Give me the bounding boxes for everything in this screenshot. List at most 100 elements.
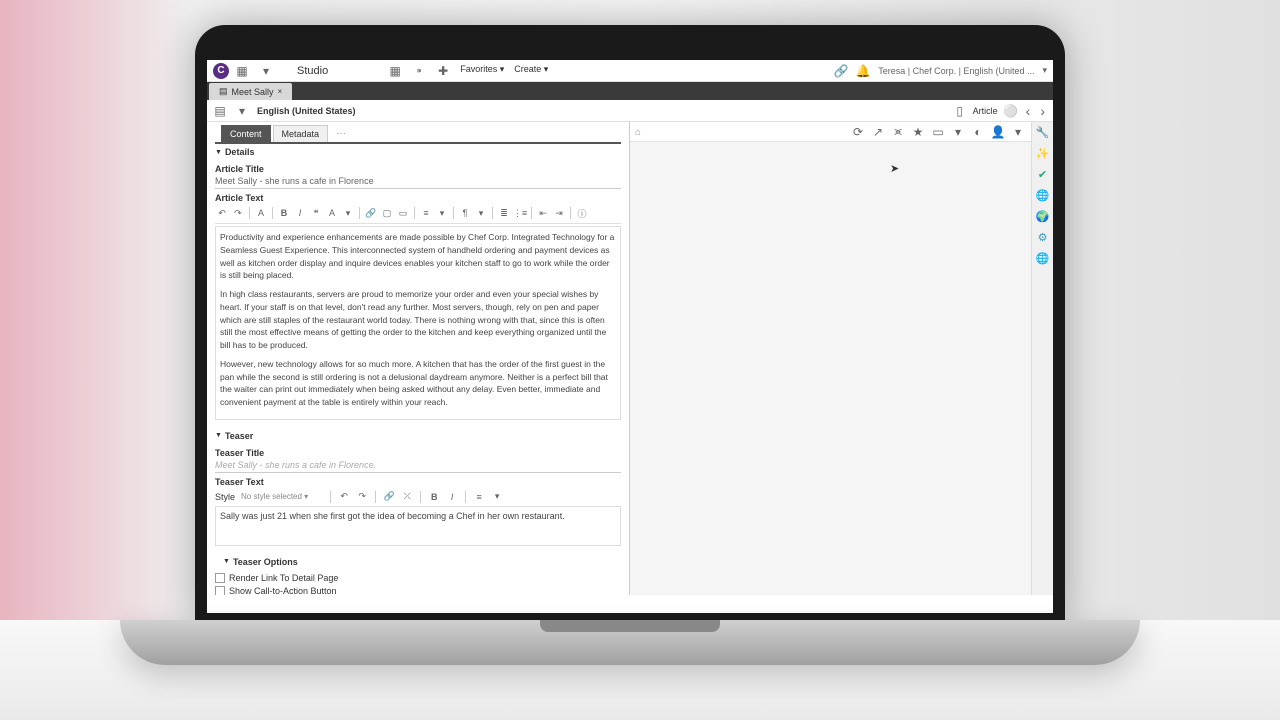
select-style[interactable]: No style selected ▾ xyxy=(239,491,324,502)
checkbox-show-cta[interactable] xyxy=(215,586,225,595)
locale-label[interactable]: English (United States) xyxy=(257,106,356,116)
section-details: ▼ Details Article Title Article Text ↶ ↷… xyxy=(215,144,621,420)
input-article-title[interactable] xyxy=(215,174,621,189)
app-topbar: C ▦ ▾ Studio ▦ ⁍ ✚ Favorites ▾ Create ▾ … xyxy=(207,60,1053,82)
tab-more-icon[interactable]: ··· xyxy=(330,125,352,142)
italic-icon[interactable]: I xyxy=(445,490,459,504)
checkmark-icon[interactable]: ✔ xyxy=(1038,168,1047,181)
richtext-toolbar: ↶ ↷ A B I ❝ A ▾ 🔗 ▢ ▭ xyxy=(215,203,621,224)
info-icon[interactable]: ⓘ xyxy=(575,206,589,220)
wand-icon[interactable]: ✨ xyxy=(1036,147,1050,160)
content-type-label: Article xyxy=(973,106,998,116)
caret-icon[interactable]: ▾ xyxy=(341,206,355,220)
section-teaser: ▼ Teaser Teaser Title Meet Sally - she r… xyxy=(215,428,621,546)
label-teaser-title: Teaser Title xyxy=(215,448,621,458)
unlock-icon[interactable]: ⚪ xyxy=(1004,104,1018,118)
time-icon[interactable]: ◐ xyxy=(971,125,985,139)
undo-icon[interactable]: ↶ xyxy=(215,206,229,220)
workflow-icon[interactable]: ⚙ xyxy=(1038,231,1048,244)
textarea-teaser-text[interactable]: Sally was just 21 when she first got the… xyxy=(215,506,621,546)
italic-icon[interactable]: I xyxy=(293,206,307,220)
compare-icon[interactable]: ▭ xyxy=(931,125,945,139)
textarea-article-text[interactable]: Productivity and experience enhancements… xyxy=(215,226,621,420)
redo-icon[interactable]: ↷ xyxy=(231,206,245,220)
redo-icon[interactable]: ↷ xyxy=(355,490,369,504)
link-icon[interactable]: 🔗 xyxy=(382,490,396,504)
quote-icon[interactable]: ❝ xyxy=(309,206,323,220)
form-panel: Content Metadata ··· ▼ Details Article T… xyxy=(207,122,630,595)
grid-apps-icon[interactable]: ▦ xyxy=(235,64,249,78)
tab-content[interactable]: Content xyxy=(221,125,271,142)
new-doc-icon[interactable]: ✚ xyxy=(436,64,450,78)
nav-prev-icon[interactable]: ‹ xyxy=(1024,103,1033,119)
user-icon[interactable]: 👤 xyxy=(991,125,1005,139)
tab-label: Meet Sally xyxy=(232,87,274,97)
globe-icon[interactable]: 🌐 xyxy=(1036,189,1050,202)
embed-icon[interactable]: ▭ xyxy=(396,206,410,220)
image-icon[interactable]: ▢ xyxy=(380,206,394,220)
user-info[interactable]: Teresa | Chef Corp. | English (United ..… xyxy=(878,66,1034,76)
bold-icon[interactable]: B xyxy=(427,490,441,504)
caret-icon[interactable]: ▾ xyxy=(435,206,449,220)
section-teaser-options: ▼ Teaser Options Render Link To Detail P… xyxy=(215,554,621,595)
ordered-list-icon[interactable]: ≣ xyxy=(497,206,511,220)
collapse-icon: ▼ xyxy=(223,558,230,565)
checkbox-render-link[interactable] xyxy=(215,573,225,583)
outdent-icon[interactable]: ⇤ xyxy=(536,206,550,220)
undo-icon[interactable]: ↶ xyxy=(337,490,351,504)
collapse-icon: ▼ xyxy=(215,432,222,439)
favorites-menu[interactable]: Favorites ▾ xyxy=(460,64,504,78)
user-caret-icon[interactable]: ▾ xyxy=(1042,65,1047,76)
label-teaser-text: Teaser Text xyxy=(215,477,621,487)
unlink-icon[interactable]: ⤫ xyxy=(400,490,414,504)
content-tabs: Content Metadata ··· xyxy=(215,126,621,144)
indent-icon[interactable]: ⇥ xyxy=(552,206,566,220)
doc-type-icon[interactable]: ▤ xyxy=(213,104,227,118)
list-icon[interactable]: ≡ xyxy=(472,490,486,504)
library-icon[interactable]: ⁍ xyxy=(412,64,426,78)
refresh-icon[interactable]: ⟳ xyxy=(851,125,865,139)
label-show-cta: Show Call-to-Action Button xyxy=(229,586,337,595)
caret-icon[interactable]: ▾ xyxy=(1011,125,1025,139)
create-menu[interactable]: Create ▾ xyxy=(514,64,548,78)
tab-meet-sally[interactable]: ▤ Meet Sally × xyxy=(209,83,292,100)
caret-icon[interactable]: ▾ xyxy=(474,206,488,220)
tab-close-icon[interactable]: × xyxy=(278,87,283,96)
link-icon[interactable]: 🔗 xyxy=(364,206,378,220)
bold-icon[interactable]: B xyxy=(277,206,291,220)
section-header-teaser-options[interactable]: ▼ Teaser Options xyxy=(215,554,621,570)
notification-icon[interactable]: 🔔 xyxy=(856,64,870,78)
input-teaser-title[interactable]: Meet Sally - she runs a cafe in Florence… xyxy=(215,458,621,473)
star-icon[interactable]: ★ xyxy=(911,125,925,139)
preview-panel: ⟳ ↗ ⪤ ★ ▭ ▾ ◐ 👤 ▾ ⌂ ➤ xyxy=(630,122,1031,595)
world-icon[interactable]: 🌍 xyxy=(1036,210,1050,223)
caret-icon[interactable]: ▾ xyxy=(951,125,965,139)
share-icon[interactable]: ⪤ xyxy=(891,125,905,139)
device-icon[interactable]: ▯ xyxy=(953,104,967,118)
caret-icon[interactable]: ▾ xyxy=(490,490,504,504)
apps-icon[interactable]: ▦ xyxy=(388,64,402,78)
para-icon[interactable]: ¶ xyxy=(458,206,472,220)
tab-doc-icon: ▤ xyxy=(219,86,228,97)
cursor-icon: ➤ xyxy=(890,162,899,175)
section-header-details[interactable]: ▼ Details xyxy=(215,144,621,160)
font-icon[interactable]: A xyxy=(325,206,339,220)
link-icon[interactable]: 🔗 xyxy=(834,64,848,78)
publish-icon[interactable]: 🌐 xyxy=(1036,252,1050,265)
unordered-list-icon[interactable]: ⋮≡ xyxy=(513,206,527,220)
wrench-icon[interactable]: 🔧 xyxy=(1036,126,1050,139)
align-icon[interactable]: ≡ xyxy=(419,206,433,220)
label-article-title: Article Title xyxy=(215,164,621,174)
section-header-teaser[interactable]: ▼ Teaser xyxy=(215,428,621,444)
tab-metadata[interactable]: Metadata xyxy=(273,125,329,142)
caret-down-icon[interactable]: ▾ xyxy=(259,64,273,78)
open-icon[interactable]: ↗ xyxy=(871,125,885,139)
label-article-text: Article Text xyxy=(215,193,621,203)
nav-next-icon[interactable]: › xyxy=(1038,103,1047,119)
format-icon[interactable]: A xyxy=(254,206,268,220)
caret-down-icon[interactable]: ▾ xyxy=(235,104,249,118)
preview-breadcrumb-home-icon[interactable]: ⌂ xyxy=(635,127,641,138)
document-subheader: ▤ ▾ English (United States) ▯ Article ⚪ … xyxy=(207,100,1053,122)
brand-logo[interactable]: C xyxy=(213,63,229,79)
document-tabbar: ▤ Meet Sally × xyxy=(207,82,1053,100)
